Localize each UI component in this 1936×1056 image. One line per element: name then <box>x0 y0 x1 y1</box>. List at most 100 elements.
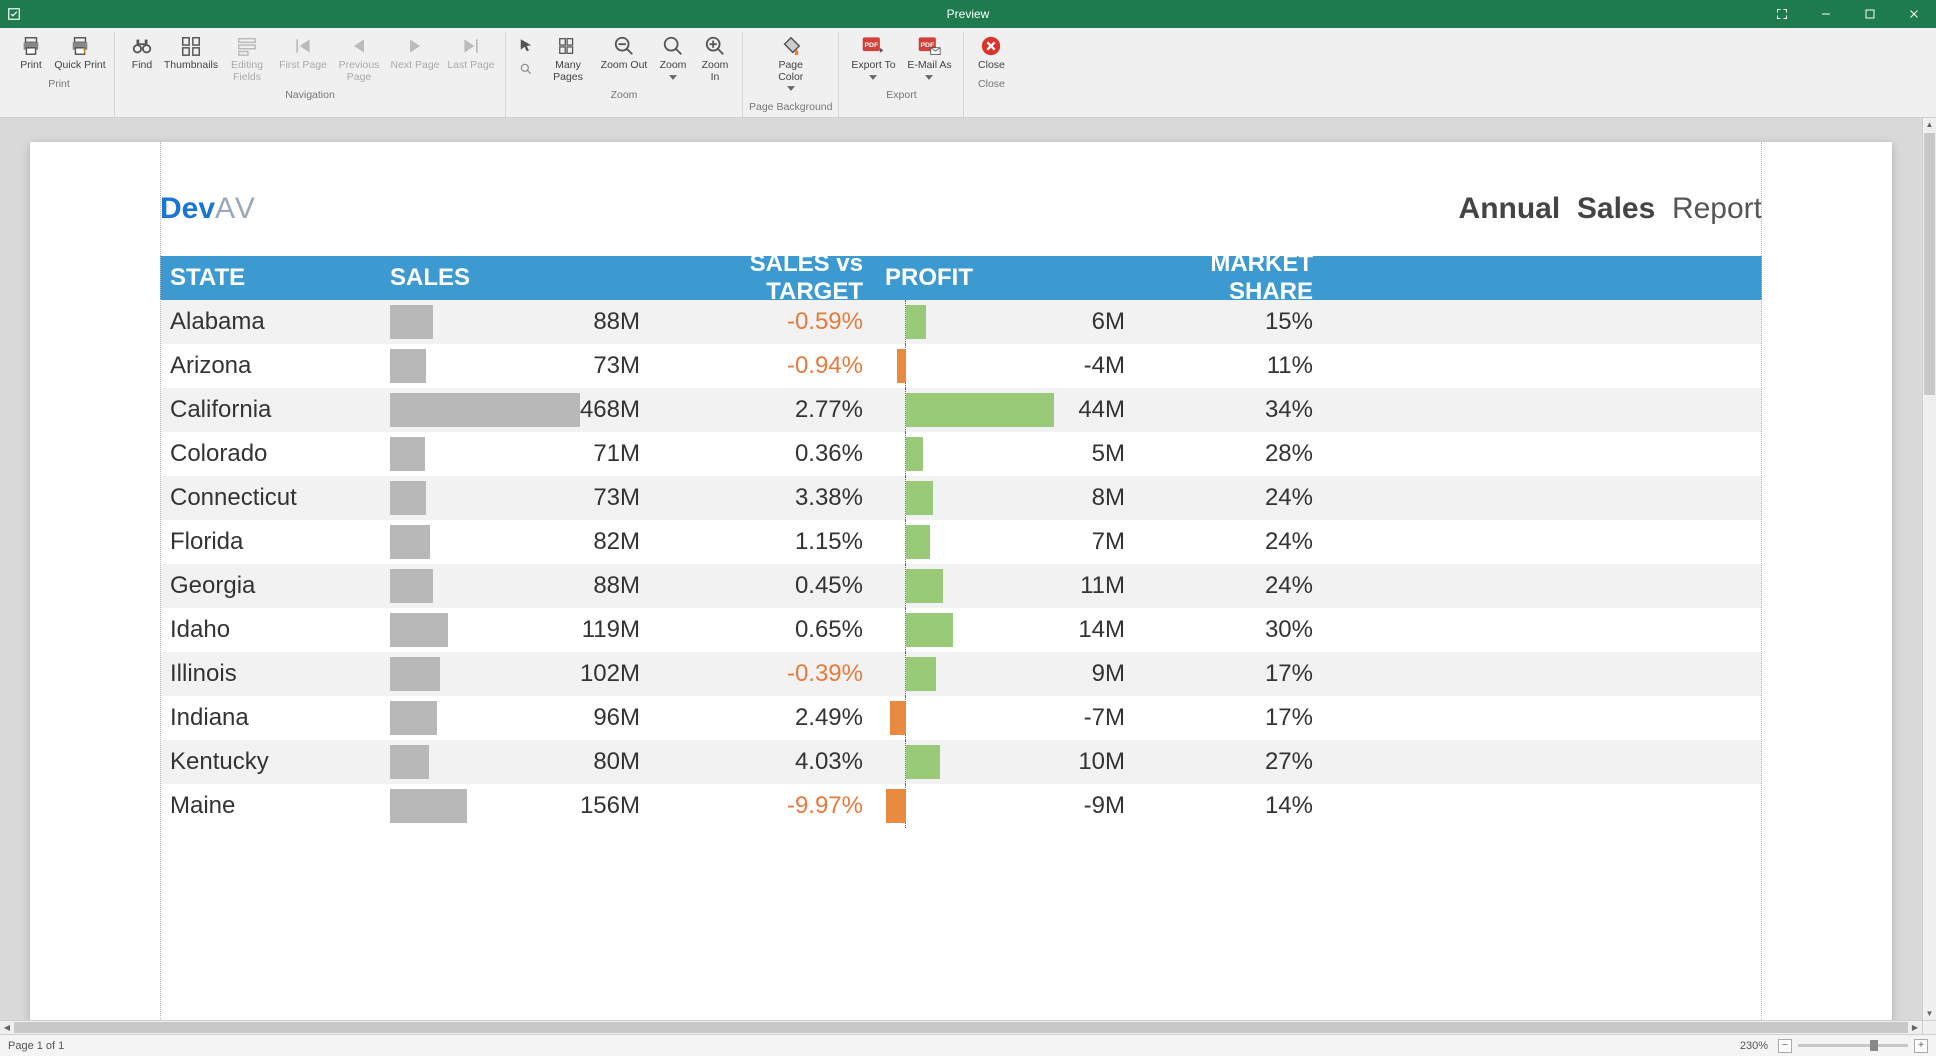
sales-value: 88M <box>433 572 640 600</box>
zoom-in-button[interactable]: Zoom In <box>694 32 736 85</box>
thumbnails-button[interactable]: Thumbnails <box>163 32 219 74</box>
sales-value: 73M <box>426 352 640 380</box>
cell-profit: 11M <box>875 569 1135 603</box>
horizontal-scroll-thumb[interactable] <box>14 1022 1908 1033</box>
close-button[interactable]: Close <box>970 32 1012 74</box>
vertical-scrollbar[interactable]: ▲ ▼ <box>1922 118 1936 1020</box>
col-header-market-share: MARKET SHARE <box>1135 250 1325 306</box>
sales-bar <box>390 613 448 647</box>
margin-guide-right <box>1761 142 1762 1020</box>
printer-icon <box>19 34 43 58</box>
profit-value: 8M <box>1055 484 1125 512</box>
ribbon-group-export: PDFExport ToPDFE-Mail AsExport <box>839 32 964 117</box>
page-indicator: Page 1 of 1 <box>8 1040 64 1052</box>
prev-page-label: Previous Page <box>333 60 385 83</box>
zoom-level: 230% <box>1740 1040 1768 1052</box>
cell-sales: 73M <box>390 481 650 515</box>
cell-state: Kentucky <box>160 748 390 776</box>
profit-value: 9M <box>1055 660 1125 688</box>
cell-sales: 71M <box>390 437 650 471</box>
cell-state: Georgia <box>160 572 390 600</box>
sales-bar <box>390 701 437 735</box>
cell-profit: 14M <box>875 613 1135 647</box>
many-pages-button[interactable]: Many Pages <box>540 32 596 85</box>
pointer-button[interactable] <box>512 32 540 82</box>
last-icon <box>459 34 483 58</box>
email-as-button[interactable]: PDFE-Mail As <box>901 32 957 85</box>
quick-print-button[interactable]: Quick Print <box>52 32 108 74</box>
profit-bar <box>906 437 923 471</box>
cell-profit: 10M <box>875 745 1135 779</box>
cell-market-share: 14% <box>1135 792 1325 820</box>
sales-value: 119M <box>448 616 640 644</box>
scroll-down-arrow[interactable]: ▼ <box>1923 1006 1936 1020</box>
cell-profit: -4M <box>875 349 1135 383</box>
chevron-down-icon <box>787 83 795 95</box>
cell-sales: 88M <box>390 305 650 339</box>
window-close-button[interactable] <box>1892 0 1936 28</box>
vertical-scroll-thumb[interactable] <box>1924 133 1935 395</box>
col-header-state: STATE <box>160 264 390 292</box>
table-row: Florida82M1.15%7M24% <box>160 520 1762 564</box>
find-button[interactable]: Find <box>121 32 163 74</box>
zoom-slider[interactable]: − + <box>1778 1039 1928 1053</box>
cell-profit: 6M <box>875 305 1135 339</box>
profit-bar <box>906 481 933 515</box>
cell-market-share: 27% <box>1135 748 1325 776</box>
window-fullscreen-button[interactable] <box>1760 0 1804 28</box>
scroll-right-arrow[interactable]: ▶ <box>1908 1021 1922 1034</box>
zoom-plus-button[interactable]: + <box>1914 1039 1928 1053</box>
cell-sales: 82M <box>390 525 650 559</box>
cell-sales-vs-target: -0.94% <box>650 352 875 380</box>
profit-bar <box>906 305 926 339</box>
cell-sales-vs-target: 0.65% <box>650 616 875 644</box>
profit-bar-wrap <box>875 569 1055 603</box>
scroll-up-arrow[interactable]: ▲ <box>1923 118 1936 132</box>
table-row: Georgia88M0.45%11M24% <box>160 564 1762 608</box>
profit-bar-wrap <box>875 745 1055 779</box>
export-to-label: Export To <box>851 60 895 72</box>
zoom-out-button[interactable]: Zoom Out <box>596 32 652 74</box>
printer-bolt-icon <box>68 34 92 58</box>
export-to-button[interactable]: PDFExport To <box>845 32 901 85</box>
window-minimize-button[interactable] <box>1804 0 1848 28</box>
print-button[interactable]: Print <box>10 32 52 74</box>
zoom-button[interactable]: Zoom <box>652 32 694 85</box>
cell-market-share: 30% <box>1135 616 1325 644</box>
window-maximize-button[interactable] <box>1848 0 1892 28</box>
cell-market-share: 34% <box>1135 396 1325 424</box>
cell-sales-vs-target: 3.38% <box>650 484 875 512</box>
profit-bar-wrap <box>875 789 1055 823</box>
sales-bar <box>390 481 426 515</box>
profit-value: 7M <box>1055 528 1125 556</box>
zoom-slider-track[interactable] <box>1798 1044 1908 1047</box>
group-label: Print <box>48 74 70 94</box>
statusbar: Page 1 of 1 230% − + <box>0 1034 1936 1056</box>
horizontal-scrollbar[interactable]: ◀ ▶ <box>0 1020 1922 1034</box>
cell-sales-vs-target: -9.97% <box>650 792 875 820</box>
cell-state: Maine <box>160 792 390 820</box>
cell-state: Connecticut <box>160 484 390 512</box>
logo-part1: Dev <box>160 192 215 225</box>
report-table: STATE SALES SALES vs TARGET PROFIT MARKE… <box>160 256 1762 828</box>
document-viewport[interactable]: DevAV Annual Sales Report STATE SALES SA… <box>0 118 1922 1020</box>
zoom-minus-button[interactable]: − <box>1778 1039 1792 1053</box>
profit-value: -7M <box>1055 704 1125 732</box>
margin-guide-left <box>160 142 161 1020</box>
zoom-slider-thumb[interactable] <box>1870 1040 1878 1051</box>
table-header: STATE SALES SALES vs TARGET PROFIT MARKE… <box>160 256 1762 300</box>
ribbon-group-page-background: Page ColorPage Background <box>743 32 839 117</box>
table-row: California468M2.77%44M34% <box>160 388 1762 432</box>
logo-part2: AV <box>215 192 257 225</box>
table-row: Alabama88M-0.59%6M15% <box>160 300 1762 344</box>
scroll-left-arrow[interactable]: ◀ <box>0 1021 14 1034</box>
first-icon <box>291 34 315 58</box>
page-color-button[interactable]: Page Color <box>763 32 819 97</box>
sales-bar <box>390 745 429 779</box>
cell-profit: 5M <box>875 437 1135 471</box>
chevron-down-icon <box>669 72 677 84</box>
profit-bar-wrap <box>875 657 1055 691</box>
zoom-out-icon <box>612 34 636 58</box>
cell-market-share: 17% <box>1135 660 1325 688</box>
report-title: Annual Sales Report <box>1459 192 1762 226</box>
